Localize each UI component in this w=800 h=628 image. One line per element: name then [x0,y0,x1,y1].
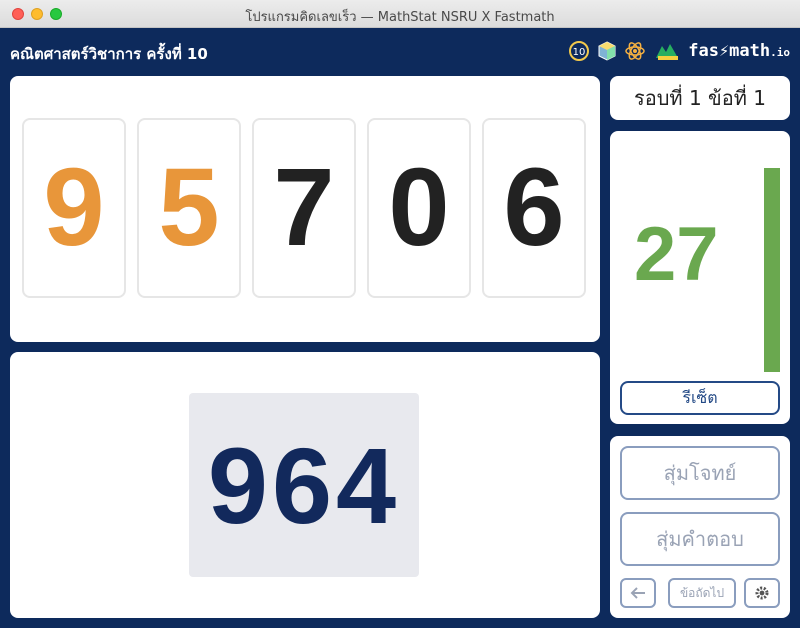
settings-button[interactable] [744,578,780,608]
next-question-button[interactable]: ข้อถัดไป [668,578,736,608]
digit-value: 5 [158,146,220,269]
round-panel: รอบที่ 1 ข้อที่ 1 [610,76,790,120]
anniversary-logo-icon: 10 [569,41,590,61]
random-question-button[interactable]: สุ่มโจทย์ [620,446,780,500]
digit-value: 7 [273,146,335,269]
target-number: 964 [207,424,401,546]
nsru-logo-icon [656,44,679,60]
digit-value: 0 [388,146,450,269]
target-number-box: 964 [189,393,419,577]
app-title: คณิตศาสตร์วิชาการ ครั้งที่ 10 [10,45,208,63]
timer-bar [764,168,780,372]
digit-card: 9 [22,118,126,298]
gear-icon [755,586,769,600]
window-title: โปรแกรมคิดเลขเร็ว — MathStat NSRU X Fast… [245,10,555,25]
digit-value: 6 [503,146,565,269]
round-label: รอบที่ 1 ข้อที่ 1 [633,86,767,110]
reset-button[interactable]: รีเซ็ต [620,381,780,415]
digit-card: 5 [137,118,241,298]
atom-logo-icon [625,42,645,60]
back-button[interactable] [620,578,656,608]
digits-panel: 9 5 7 0 6 [10,76,600,342]
cube-logo-icon [598,41,616,61]
timer-bar-fill [764,168,780,372]
digit-card: 0 [367,118,471,298]
brand-logo: fas⚡math.io [688,41,790,61]
svg-text:10: 10 [573,47,586,58]
timer-value: 27 [634,212,719,297]
target-panel: 964 [10,352,600,618]
digit-card: 6 [482,118,586,298]
digit-card: 7 [252,118,356,298]
controls-panel: สุ่มโจทย์ สุ่มคำตอบ ข้อถัดไป [610,436,790,618]
timer-panel: 27 รีเซ็ต [610,131,790,424]
app-header: คณิตศาสตร์วิชาการ ครั้งที่ 10 10 fas⚡mat… [0,28,800,74]
logo-strip: 10 fas⚡math.io [568,39,790,63]
random-answer-button[interactable]: สุ่มคำตอบ [620,512,780,566]
arrow-left-icon [630,587,645,599]
digit-value: 9 [43,146,105,269]
window-titlebar: โปรแกรมคิดเลขเร็ว — MathStat NSRU X Fast… [0,0,800,28]
